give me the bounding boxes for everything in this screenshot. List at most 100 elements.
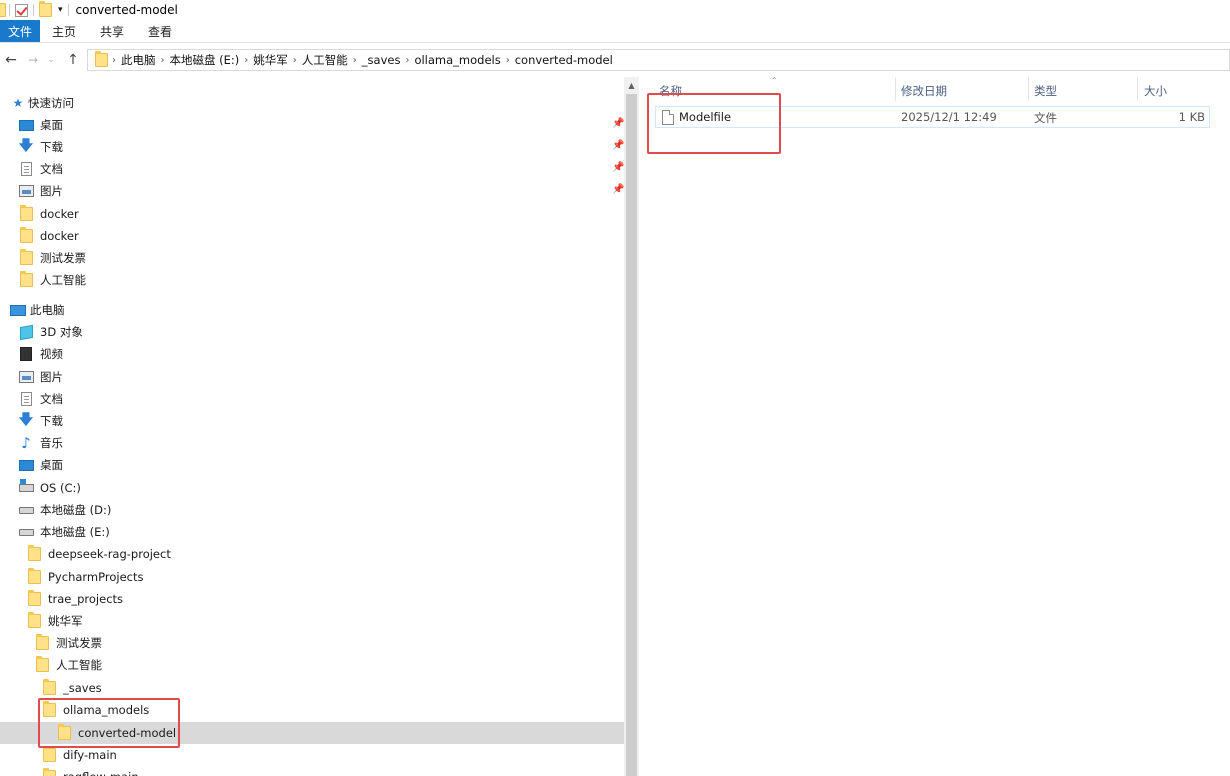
column-divider[interactable] [1028, 77, 1029, 101]
breadcrumb-saves[interactable]: _saves [362, 53, 401, 67]
nav-quick-ai[interactable]: 人工智能 [18, 269, 86, 291]
chevron-right-icon[interactable]: › [112, 55, 116, 66]
nav-quick-invoice-test[interactable]: 测试发票 [18, 247, 86, 269]
folder-icon [41, 679, 57, 696]
nav-pc-drive-c[interactable]: OS (C:) [18, 477, 81, 499]
nav-this-pc[interactable]: 此电脑 [10, 299, 65, 321]
nav-tree-invoice-test[interactable]: 测试发票 [34, 632, 102, 654]
download-arrow-icon: 🡇 [18, 412, 34, 428]
document-icon [18, 161, 34, 177]
3d-objects-icon [18, 324, 34, 340]
nav-tree-trae-projects[interactable]: trae_projects [26, 588, 123, 610]
breadcrumb-drive-e[interactable]: 本地磁盘 (E:) [170, 52, 240, 68]
divider [33, 4, 34, 16]
nav-pc-drive-e[interactable]: 本地磁盘 (E:) [18, 521, 110, 543]
tab-share[interactable]: 共享 [88, 20, 136, 42]
pin-icon[interactable]: 📌 [612, 118, 624, 129]
tab-view[interactable]: 查看 [136, 20, 184, 42]
nav-label: 本地磁盘 (D:) [40, 503, 112, 517]
file-row[interactable]: Modelfile 2025/12/1 12:49 文件 1 KB [655, 106, 1210, 128]
nav-pc-pictures[interactable]: 图片 [18, 366, 63, 388]
nav-tree-dify-main[interactable]: dify-main [41, 744, 117, 766]
chevron-right-icon[interactable]: › [293, 55, 297, 66]
nav-tree-deepseek-rag-project[interactable]: deepseek-rag-project [26, 543, 171, 565]
pin-icon[interactable]: 📌 [612, 184, 624, 195]
breadcrumb-ollama-models[interactable]: ollama_models [414, 53, 500, 67]
nav-tree-converted-model[interactable]: converted-model [0, 722, 624, 744]
nav-quick-desktop[interactable]: 桌面 📌 [18, 114, 624, 136]
nav-pane-scrollbar[interactable]: ▲ [624, 77, 639, 776]
chevron-right-icon[interactable]: › [244, 55, 248, 66]
nav-quick-downloads[interactable]: 🡇 下载 📌 [18, 136, 624, 158]
nav-label: ragflow-main [63, 770, 139, 776]
scrollbar-thumb[interactable] [626, 94, 637, 776]
new-folder-icon[interactable] [39, 1, 52, 19]
nav-pc-drive-d[interactable]: 本地磁盘 (D:) [18, 499, 111, 521]
nav-quick-documents[interactable]: 文档 📌 [18, 158, 624, 180]
nav-tree-saves[interactable]: _saves [41, 677, 102, 699]
nav-label: PycharmProjects [48, 570, 144, 584]
nav-label: 下载 [40, 140, 63, 154]
chevron-right-icon[interactable]: › [161, 55, 165, 66]
address-bar[interactable]: › 此电脑 › 本地磁盘 (E:) › 姚华军 › 人工智能 › _saves … [87, 49, 1230, 71]
recent-locations-chevron-icon[interactable]: ⌄ [40, 49, 62, 71]
nav-pc-desktop[interactable]: 桌面 [18, 454, 63, 476]
nav-label: trae_projects [48, 592, 124, 606]
back-arrow-icon[interactable]: ← [0, 49, 22, 71]
nav-label: 桌面 [40, 118, 63, 132]
file-name: Modelfile [679, 110, 732, 124]
nav-label: 桌面 [40, 458, 63, 472]
folder-icon [18, 249, 34, 266]
nav-tree-pycharm-projects[interactable]: PycharmProjects [26, 566, 143, 588]
nav-pc-videos[interactable]: 视频 [18, 343, 63, 365]
nav-label: 图片 [40, 184, 63, 198]
nav-label: converted-model [78, 726, 177, 740]
pin-star-icon: ★ [12, 96, 24, 110]
navigation-pane: ★ 快速访问 桌面 📌 🡇 下载 📌 文档 📌 图片 📌 docker dock… [0, 77, 624, 776]
nav-tree-user-folder[interactable]: 姚华军 [26, 610, 83, 632]
nav-quick-access[interactable]: ★ 快速访问 [12, 92, 74, 114]
folder-icon [26, 568, 42, 585]
column-header-modified[interactable]: 修改日期 [901, 83, 947, 99]
download-arrow-icon: 🡇 [18, 138, 34, 154]
nav-pc-music[interactable]: ♪ 音乐 [18, 432, 63, 454]
column-divider[interactable] [1137, 77, 1138, 101]
nav-tree-ai[interactable]: 人工智能 [34, 654, 102, 676]
os-drive-icon [18, 479, 34, 496]
nav-label: 人工智能 [40, 273, 86, 287]
desktop-icon [18, 117, 34, 133]
scroll-up-arrow-icon[interactable]: ▲ [624, 77, 639, 94]
column-header-size[interactable]: 大小 [1144, 83, 1167, 99]
nav-tree-ragflow-main[interactable]: ragflow-main [41, 766, 139, 776]
pin-icon[interactable]: 📌 [612, 140, 624, 151]
chevron-right-icon[interactable]: › [405, 55, 409, 66]
breadcrumb-this-pc[interactable]: 此电脑 [121, 52, 156, 68]
nav-quick-pictures[interactable]: 图片 📌 [18, 180, 624, 202]
folder-icon [18, 271, 34, 288]
column-divider[interactable] [895, 77, 896, 101]
up-arrow-icon[interactable]: ↑ [62, 49, 84, 71]
chevron-right-icon[interactable]: › [506, 55, 510, 66]
nav-quick-docker-2[interactable]: docker [18, 225, 79, 247]
breadcrumb-ai-folder[interactable]: 人工智能 [302, 52, 348, 68]
nav-pc-downloads[interactable]: 🡇 下载 [18, 410, 63, 432]
customize-toolbar-dropdown-icon[interactable]: ▾ [58, 1, 63, 19]
column-header-type[interactable]: 类型 [1034, 83, 1057, 99]
properties-check-icon[interactable] [15, 1, 28, 19]
nav-quick-docker-1[interactable]: docker [18, 203, 79, 225]
tab-file[interactable]: 文件 [0, 20, 40, 42]
ribbon-tabs: 文件 主页 共享 查看 [0, 20, 1230, 43]
folder-icon [41, 701, 57, 718]
tab-home[interactable]: 主页 [40, 20, 88, 42]
folder-icon [26, 590, 42, 607]
chevron-right-icon[interactable]: › [353, 55, 357, 66]
pin-icon[interactable]: 📌 [612, 162, 624, 173]
nav-pc-3d-objects[interactable]: 3D 对象 [18, 321, 83, 343]
breadcrumb-user-folder[interactable]: 姚华军 [253, 52, 288, 68]
nav-label: deepseek-rag-project [48, 547, 171, 561]
nav-pc-documents[interactable]: 文档 [18, 388, 63, 410]
column-header-name[interactable]: 名称 [659, 83, 682, 99]
nav-tree-ollama-models[interactable]: ollama_models [41, 699, 149, 721]
breadcrumb-converted-model[interactable]: converted-model [515, 53, 613, 67]
file-list-pane: ⌃ 名称 修改日期 类型 大小 Modelfile 2025/12/1 12:4… [639, 76, 1230, 776]
